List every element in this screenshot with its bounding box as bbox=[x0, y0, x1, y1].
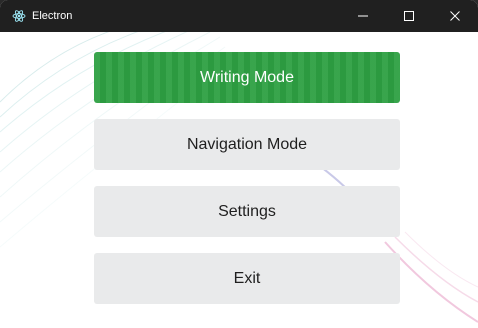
electron-atom-icon bbox=[12, 9, 26, 23]
exit-button[interactable]: Exit bbox=[94, 253, 400, 304]
close-icon bbox=[450, 11, 460, 21]
app-window: Electron Writing Mode Navigation Mode Se… bbox=[0, 0, 478, 328]
exit-label: Exit bbox=[233, 269, 261, 287]
main-content: Writing Mode Navigation Mode Settings Ex… bbox=[0, 32, 478, 328]
settings-label: Settings bbox=[218, 202, 276, 220]
navigation-mode-label: Navigation Mode bbox=[186, 135, 308, 153]
writing-mode-label: Writing Mode bbox=[200, 68, 294, 86]
maximize-icon bbox=[404, 11, 414, 21]
navigation-mode-button[interactable]: Navigation Mode bbox=[94, 119, 400, 170]
settings-button[interactable]: Settings bbox=[94, 186, 400, 237]
writing-mode-button[interactable]: Writing Mode bbox=[94, 52, 400, 103]
minimize-button[interactable] bbox=[340, 0, 386, 32]
title-bar[interactable]: Electron bbox=[0, 0, 478, 32]
window-title: Electron bbox=[32, 10, 73, 22]
minimize-icon bbox=[358, 15, 368, 17]
maximize-button[interactable] bbox=[386, 0, 432, 32]
close-button[interactable] bbox=[432, 0, 478, 32]
